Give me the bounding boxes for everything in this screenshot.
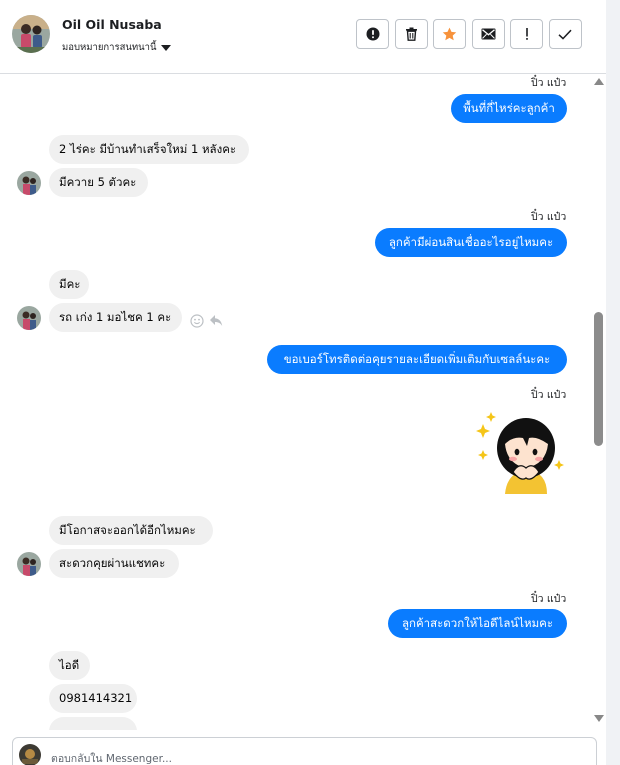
message-bubble-outgoing[interactable]: ขอเบอร์โทรติดต่อคุยรายละเอียดเพิ่มเติมกั… — [267, 345, 567, 374]
contact-avatar-small — [17, 171, 41, 195]
message-bubble-outgoing[interactable]: ลูกค้ามีผ่อนสินเชื่ออะไรอยู่ไหมคะ — [375, 228, 567, 257]
contact-avatar[interactable] — [12, 15, 50, 53]
page-avatar — [19, 744, 41, 765]
message-bubble-incoming[interactable]: มีโอกาสจะออกได้อีกไหมคะ — [49, 516, 213, 545]
smiley-react-icon[interactable] — [190, 314, 204, 328]
message-bubble-incoming[interactable]: มีควาย 5 ตัวคะ — [49, 168, 148, 197]
exclamation-icon — [525, 28, 528, 40]
reply-placeholder: ตอบกลับใน Messenger... — [51, 753, 172, 765]
seen-indicator: ปิ๋ว แป๋ว — [531, 211, 567, 223]
message-bubble-incoming-partial[interactable] — [49, 717, 137, 730]
checkmark-icon — [558, 29, 572, 40]
scrollbar-thumb[interactable] — [594, 312, 603, 446]
assign-conversation-dropdown[interactable]: มอบหมายการสนทนานี้ — [62, 40, 171, 55]
delete-button[interactable] — [394, 19, 428, 49]
chevron-down-icon — [160, 44, 171, 51]
star-button[interactable] — [433, 19, 466, 49]
message-bubble-incoming[interactable]: มีคะ — [49, 270, 89, 299]
assign-label: มอบหมายการสนทนานี้ — [62, 42, 157, 53]
conversation-actions — [356, 19, 587, 49]
seen-indicator: ปิ๋ว แป๋ว — [531, 593, 567, 605]
message-bubble-incoming[interactable]: ไอดี — [49, 651, 90, 680]
message-bubble-outgoing[interactable]: พื้นที่กี่ไหร่คะลูกค้า — [451, 94, 567, 123]
reply-icon[interactable] — [209, 314, 223, 327]
star-icon — [442, 27, 457, 41]
message-bubble-outgoing[interactable]: ลูกค้าสะดวกให้ไอดีไลน์ไหมคะ — [388, 609, 567, 638]
window-edge — [606, 0, 620, 765]
mark-unread-button[interactable] — [471, 19, 505, 49]
mark-done-button[interactable] — [548, 19, 582, 49]
message-bubble-incoming[interactable]: สะดวกคุยผ่านแชทคะ — [49, 549, 179, 578]
sticker-girl-image[interactable] — [471, 406, 567, 498]
follow-up-button[interactable] — [510, 19, 543, 49]
message-bubble-incoming[interactable]: 2 ไร่คะ มีบ้านทำเสร็จใหม่ 1 หลังคะ — [49, 135, 249, 164]
contact-avatar-small — [17, 552, 41, 576]
message-thread[interactable]: ปิ๋ว แป๋ว พื้นที่กี่ไหร่คะลูกค้า 2 ไร่คะ… — [0, 74, 590, 730]
message-composer: ตอบกลับใน Messenger... — [0, 730, 606, 765]
scroll-up-arrow-icon[interactable] — [594, 78, 604, 85]
seen-indicator: ปิ๋ว แป๋ว — [531, 77, 567, 89]
message-bubble-incoming[interactable]: รถ เก่ง 1 มอไชค 1 คะ — [49, 303, 182, 332]
alert-circle-icon — [366, 27, 379, 41]
conversation-panel: Oil Oil Nusaba มอบหมายการสนทนานี้ ปิ๋ว แ… — [0, 0, 606, 765]
message-bubble-incoming[interactable]: 0981414321 — [49, 684, 137, 713]
seen-indicator: ปิ๋ว แป๋ว — [531, 389, 567, 401]
mark-spam-button[interactable] — [356, 19, 389, 49]
scroll-down-arrow-icon[interactable] — [594, 715, 604, 722]
contact-name[interactable]: Oil Oil Nusaba — [62, 17, 162, 32]
envelope-icon — [481, 28, 495, 40]
trash-icon — [405, 27, 417, 41]
conversation-header: Oil Oil Nusaba มอบหมายการสนทนานี้ — [0, 0, 606, 74]
contact-avatar-small — [17, 306, 41, 330]
